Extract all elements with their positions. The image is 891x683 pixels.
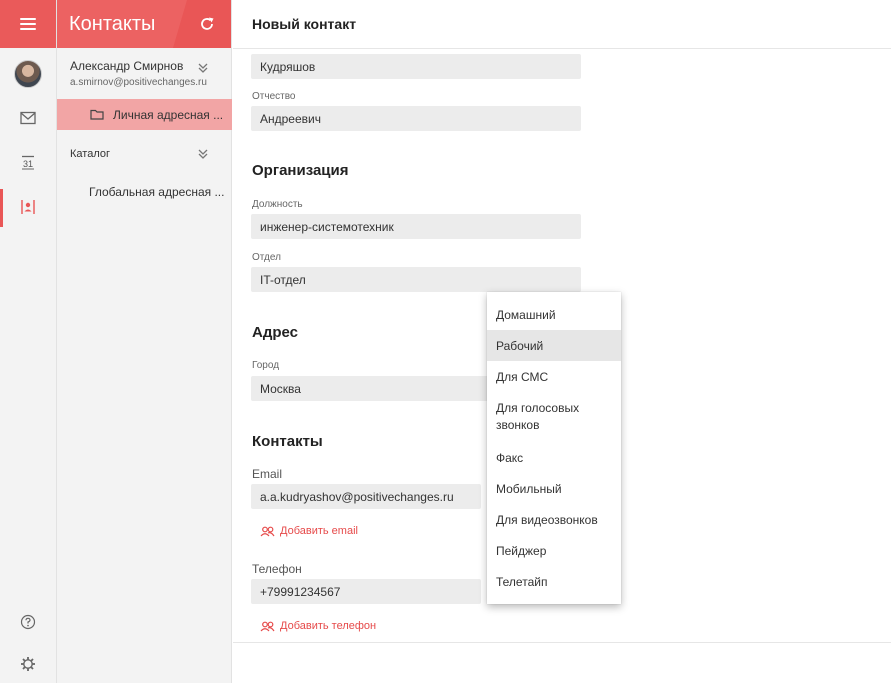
folder-personal-address-book[interactable]: Личная адресная ... bbox=[57, 99, 232, 130]
chevron-double-down-icon[interactable] bbox=[197, 148, 209, 160]
add-email-label: Добавить email bbox=[280, 525, 358, 537]
contacts-icon[interactable] bbox=[18, 197, 38, 217]
active-indicator bbox=[0, 189, 3, 227]
phone-field[interactable]: +79991234567 bbox=[251, 579, 481, 604]
menu-item-voice-calls[interactable]: Для голосовых звонков bbox=[487, 392, 621, 442]
calendar-icon[interactable]: 31 bbox=[18, 152, 38, 172]
chevron-double-down-icon[interactable] bbox=[197, 62, 209, 74]
position-label: Должность bbox=[252, 199, 303, 210]
position-field[interactable]: инженер-системотехник bbox=[251, 214, 581, 239]
catalog-group[interactable]: Каталог bbox=[70, 148, 110, 160]
avatar[interactable] bbox=[14, 60, 42, 88]
email-field[interactable]: a.a.kudryashov@positivechanges.ru bbox=[251, 484, 481, 509]
menu-item-pager[interactable]: Пейджер bbox=[487, 535, 621, 566]
folder-label: Личная адресная ... bbox=[113, 107, 224, 122]
divider bbox=[233, 642, 891, 643]
phone-type-dropdown: Домашний Рабочий Для СМС Для голосовых з… bbox=[487, 292, 621, 604]
patronymic-label: Отчество bbox=[252, 91, 296, 102]
menu-item-video-calls[interactable]: Для видеозвонков bbox=[487, 504, 621, 535]
folder-pane: Контакты Александр Смирнов a.smirnov@pos… bbox=[57, 0, 232, 683]
add-person-icon bbox=[260, 526, 275, 536]
email-label: Email bbox=[252, 467, 283, 481]
mail-icon[interactable] bbox=[18, 108, 38, 128]
menu-item-sms[interactable]: Для СМС bbox=[487, 361, 621, 392]
folder-global-address-book[interactable]: Глобальная адресная ... bbox=[89, 185, 224, 199]
help-icon[interactable] bbox=[18, 612, 38, 632]
patronymic-field[interactable]: Андреевич bbox=[251, 106, 581, 131]
phone-label: Телефон bbox=[252, 562, 302, 576]
menu-item-mobile[interactable]: Мобильный bbox=[487, 473, 621, 504]
folder-icon bbox=[90, 109, 104, 120]
folders-header: Контакты bbox=[57, 0, 231, 48]
app-title: Контакты bbox=[69, 12, 156, 35]
add-phone-link[interactable]: Добавить телефон bbox=[260, 620, 376, 632]
app-rail: 31 bbox=[0, 0, 57, 683]
add-email-link[interactable]: Добавить email bbox=[260, 525, 358, 537]
city-field[interactable]: Москва bbox=[251, 376, 501, 401]
menu-item-fax[interactable]: Факс bbox=[487, 442, 621, 473]
account-email: a.smirnov@positivechanges.ru bbox=[70, 77, 207, 88]
department-field[interactable]: IT-отдел bbox=[251, 267, 581, 292]
city-label: Город bbox=[252, 360, 280, 371]
menu-button[interactable] bbox=[0, 0, 56, 48]
section-organization: Организация bbox=[252, 162, 349, 179]
page-title: Новый контакт bbox=[233, 0, 891, 49]
account-name[interactable]: Александр Смирнов bbox=[70, 59, 183, 73]
section-address: Адрес bbox=[252, 324, 299, 341]
department-label: Отдел bbox=[252, 252, 281, 263]
gear-icon[interactable] bbox=[18, 654, 38, 674]
menu-item-work[interactable]: Рабочий bbox=[487, 330, 621, 361]
svg-text:31: 31 bbox=[23, 159, 33, 169]
refresh-icon[interactable] bbox=[199, 16, 215, 32]
section-contacts: Контакты bbox=[252, 433, 323, 450]
menu-item-home[interactable]: Домашний bbox=[487, 299, 621, 330]
add-person-icon bbox=[260, 621, 275, 631]
hamburger-icon bbox=[20, 18, 36, 30]
add-phone-label: Добавить телефон bbox=[280, 620, 377, 632]
last-name-field[interactable]: Кудряшов bbox=[251, 54, 581, 79]
menu-item-teletype[interactable]: Телетайп bbox=[487, 566, 621, 597]
